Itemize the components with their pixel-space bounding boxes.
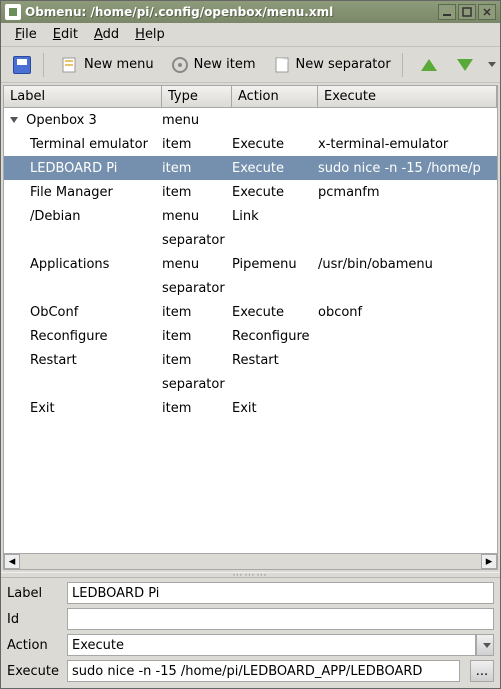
label-input[interactable]: LEDBOARD Pi: [67, 582, 494, 604]
tree-row[interactable]: File ManageritemExecutepcmanfm: [4, 180, 497, 204]
form-label-execute: Execute: [7, 664, 61, 679]
tree-header: Label Type Action Execute: [4, 86, 497, 108]
arrow-up-icon: [419, 55, 439, 75]
tree-row[interactable]: separator: [4, 228, 497, 252]
execute-browse-button[interactable]: ...: [470, 660, 494, 682]
scroll-track[interactable]: [20, 554, 481, 569]
new-separator-label: New separator: [296, 57, 391, 72]
disclosure-triangle-icon[interactable]: [10, 117, 18, 123]
column-header-type[interactable]: Type: [162, 86, 232, 107]
scroll-right-button[interactable]: ▸: [481, 554, 497, 569]
tree-row[interactable]: separator: [4, 372, 497, 396]
maximize-button[interactable]: [458, 4, 476, 20]
move-up-button[interactable]: [412, 51, 446, 79]
toolbar-separator: [43, 53, 49, 77]
chevron-down-icon: [483, 643, 491, 648]
window-title: Obmenu: /home/pi/.config/openbox/menu.xm…: [25, 5, 436, 19]
action-dropdown-button[interactable]: [476, 634, 494, 656]
form-label-id: Id: [7, 612, 61, 627]
close-button[interactable]: [478, 4, 496, 20]
move-down-button[interactable]: [448, 51, 482, 79]
execute-input[interactable]: sudo nice -n -15 /home/pi/LEDBOARD_APP/L…: [67, 660, 460, 682]
app-icon: [5, 4, 21, 20]
new-menu-label: New menu: [84, 57, 154, 72]
menu-help[interactable]: Help: [127, 25, 173, 44]
column-header-execute[interactable]: Execute: [318, 86, 497, 107]
detail-form: Label LEDBOARD Pi Id Action Execute Exec…: [1, 578, 500, 688]
toolbar-separator: [402, 53, 408, 77]
tree-body[interactable]: Openbox 3 menu Terminal emulatoritemExec…: [4, 108, 497, 553]
new-item-button[interactable]: New item: [163, 51, 263, 79]
window-titlebar: Obmenu: /home/pi/.config/openbox/menu.xm…: [1, 1, 500, 23]
new-separator-icon: [272, 55, 292, 75]
form-label-label: Label: [7, 586, 61, 601]
horizontal-scrollbar[interactable]: ◂ ▸: [4, 553, 497, 569]
menu-edit[interactable]: Edit: [45, 25, 86, 44]
new-item-icon: [170, 55, 190, 75]
column-header-label[interactable]: Label: [4, 86, 162, 107]
form-label-action: Action: [7, 638, 61, 653]
tree-row[interactable]: ApplicationsmenuPipemenu/usr/bin/obamenu: [4, 252, 497, 276]
arrow-down-icon: [455, 55, 475, 75]
tree-row[interactable]: RestartitemRestart: [4, 348, 497, 372]
tree-row[interactable]: separator: [4, 276, 497, 300]
new-item-label: New item: [194, 57, 256, 72]
id-input[interactable]: [67, 608, 494, 630]
tree-row-root[interactable]: Openbox 3 menu: [4, 108, 497, 132]
tree-row[interactable]: ReconfigureitemReconfigure: [4, 324, 497, 348]
tree-row[interactable]: /DebianmenuLink: [4, 204, 497, 228]
toolbar-overflow-icon[interactable]: [488, 62, 496, 67]
tree-table: Label Type Action Execute Openbox 3 menu…: [3, 85, 498, 570]
save-icon: [12, 55, 32, 75]
column-header-action[interactable]: Action: [232, 86, 318, 107]
tree-row[interactable]: ObConfitemExecuteobconf: [4, 300, 497, 324]
save-button[interactable]: [5, 51, 39, 79]
tree-row[interactable]: Terminal emulatoritemExecutex-terminal-e…: [4, 132, 497, 156]
scroll-left-button[interactable]: ◂: [4, 554, 20, 569]
menu-add[interactable]: Add: [86, 25, 127, 44]
new-menu-button[interactable]: New menu: [53, 51, 161, 79]
action-select[interactable]: Execute: [67, 634, 476, 656]
minimize-button[interactable]: [438, 4, 456, 20]
menu-file[interactable]: File: [7, 25, 45, 44]
tree-row[interactable]: LEDBOARD PiitemExecutesudo nice -n -15 /…: [4, 156, 497, 180]
new-menu-icon: [60, 55, 80, 75]
new-separator-button[interactable]: New separator: [265, 51, 398, 79]
tree-row[interactable]: ExititemExit: [4, 396, 497, 420]
menubar: File Edit Add Help: [1, 23, 500, 47]
toolbar: New menu New item New separator: [1, 47, 500, 83]
